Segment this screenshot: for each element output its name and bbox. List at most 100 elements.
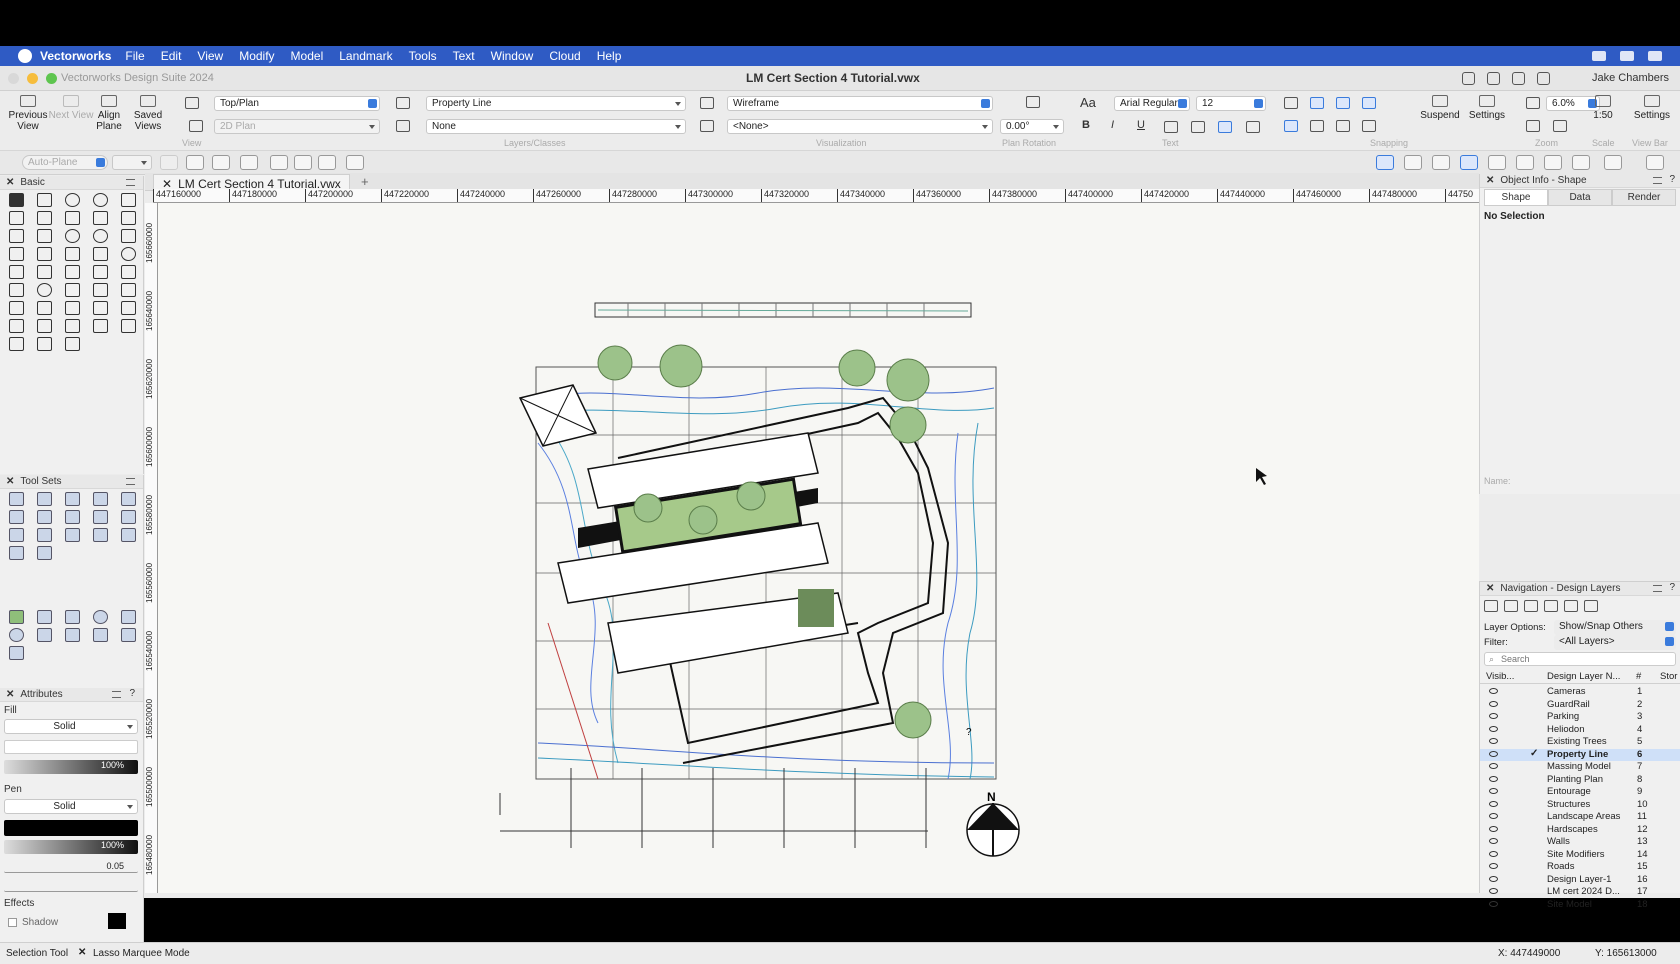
suspend-button[interactable]: Suspend bbox=[1417, 95, 1463, 121]
3d-locus-tool-icon[interactable] bbox=[64, 211, 80, 225]
toolset-site-planning-icon[interactable] bbox=[64, 492, 80, 506]
help-icon[interactable]: ? bbox=[1669, 582, 1675, 593]
circle-tool-icon[interactable] bbox=[64, 229, 80, 243]
eye-icon[interactable] bbox=[1489, 775, 1498, 782]
layer-row[interactable]: Parking 3 bbox=[1480, 711, 1680, 723]
tab-data[interactable]: Data bbox=[1548, 189, 1612, 206]
offset-tool-icon[interactable] bbox=[8, 283, 24, 297]
menu-view[interactable]: View bbox=[197, 49, 223, 63]
site-plan-drawing[interactable]: N ? bbox=[158, 203, 1479, 893]
menu-text[interactable]: Text bbox=[453, 49, 475, 63]
shadow-checkbox[interactable] bbox=[8, 918, 17, 927]
layer-select[interactable]: None bbox=[426, 119, 686, 134]
scale-button[interactable]: 1:50 bbox=[1580, 95, 1626, 121]
references-icon[interactable] bbox=[1584, 600, 1598, 612]
eye-icon[interactable] bbox=[1489, 713, 1498, 719]
reshape-tool-icon[interactable] bbox=[120, 265, 136, 279]
flyover-tool-icon[interactable] bbox=[64, 193, 80, 207]
close-icon[interactable]: ✕ bbox=[6, 476, 14, 487]
plane-mode-select[interactable] bbox=[112, 155, 152, 170]
apple-icon[interactable] bbox=[18, 49, 32, 63]
mode-settings-icon[interactable] bbox=[346, 155, 364, 170]
snap-grid-icon[interactable] bbox=[1284, 97, 1298, 109]
toolset-building-shell-icon[interactable] bbox=[8, 492, 24, 506]
polyline-tool-icon[interactable] bbox=[64, 247, 80, 261]
bold-button[interactable]: B bbox=[1082, 119, 1090, 131]
mode-polygon-marquee-icon[interactable] bbox=[318, 155, 336, 170]
justify-icon[interactable] bbox=[1246, 121, 1260, 133]
double-polyline-tool-icon[interactable] bbox=[92, 247, 108, 261]
chamfer-tool-icon[interactable] bbox=[64, 301, 80, 315]
toolset-mep-icon[interactable] bbox=[8, 546, 24, 560]
eye-icon[interactable] bbox=[1489, 875, 1498, 882]
menu-window[interactable]: Window bbox=[491, 49, 534, 63]
close-icon[interactable]: ✕ bbox=[6, 177, 14, 188]
eye-icon[interactable] bbox=[1489, 838, 1498, 844]
toolset-fasteners-icon[interactable] bbox=[92, 528, 108, 542]
layer-row[interactable]: Design Layer-1 16 bbox=[1480, 874, 1680, 886]
view-mode-icon-1[interactable] bbox=[1376, 155, 1394, 170]
pen-style-select[interactable]: Solid bbox=[4, 799, 138, 814]
zoom-in-icon[interactable] bbox=[1526, 97, 1540, 109]
callout-tool-icon[interactable] bbox=[8, 211, 24, 225]
toolset-site-icon[interactable] bbox=[8, 610, 24, 624]
close-icon[interactable]: ✕ bbox=[78, 947, 86, 958]
view-mode-icon-10[interactable] bbox=[1646, 155, 1664, 170]
layer-row-active[interactable]: ✓ Property Line 6 bbox=[1480, 748, 1680, 761]
mail-icon[interactable] bbox=[1537, 72, 1550, 85]
previous-view-button[interactable]: Previous View bbox=[5, 95, 51, 132]
rotation-field[interactable]: 0.00° bbox=[1000, 119, 1064, 134]
layer-row[interactable]: Cameras 1 bbox=[1480, 686, 1680, 698]
menu-cloud[interactable]: Cloud bbox=[549, 49, 580, 63]
toolset-survey-icon[interactable] bbox=[120, 492, 136, 506]
stipple-tool-icon[interactable] bbox=[92, 319, 108, 333]
toolset-furnishings-icon[interactable] bbox=[36, 492, 52, 506]
spiral-tool-icon[interactable] bbox=[8, 337, 24, 351]
layer-row[interactable]: Hardscapes 12 bbox=[1480, 824, 1680, 836]
align-center-icon[interactable] bbox=[1191, 121, 1205, 133]
eye-icon[interactable] bbox=[1489, 850, 1498, 857]
arc-tool-icon[interactable] bbox=[8, 247, 24, 261]
siri-icon[interactable] bbox=[1648, 51, 1662, 61]
col-visibility[interactable]: Visib... bbox=[1486, 671, 1514, 682]
home-icon[interactable] bbox=[1487, 72, 1500, 85]
col-number[interactable]: # bbox=[1636, 671, 1641, 682]
eye-icon[interactable] bbox=[1489, 900, 1498, 907]
tab-render[interactable]: Render bbox=[1612, 189, 1676, 206]
toolset-dimensioning-icon[interactable] bbox=[64, 510, 80, 524]
rounded-rectangle-tool-icon[interactable] bbox=[36, 229, 52, 243]
toolset-detailing-icon[interactable] bbox=[8, 510, 24, 524]
layer-row[interactable]: Entourage 9 bbox=[1480, 786, 1680, 798]
font-select[interactable]: Arial Regular bbox=[1114, 96, 1190, 111]
eye-icon[interactable] bbox=[1489, 700, 1498, 707]
layer-row[interactable]: Planting Plan 8 bbox=[1480, 774, 1680, 786]
menu-file[interactable]: File bbox=[125, 49, 144, 63]
toolset-electrical-icon[interactable] bbox=[36, 628, 52, 642]
view-mode-icon-8[interactable] bbox=[1572, 155, 1590, 170]
view-mode-icon-2[interactable] bbox=[1404, 155, 1422, 170]
polygon-tool-icon[interactable] bbox=[120, 247, 136, 261]
eye-icon[interactable] bbox=[1489, 738, 1498, 744]
layer-row[interactable]: Landscape Areas 11 bbox=[1480, 811, 1680, 823]
layer-row[interactable]: Site Model 18 bbox=[1480, 899, 1680, 911]
text-tool-icon[interactable] bbox=[120, 193, 136, 207]
menu-help[interactable]: Help bbox=[597, 49, 622, 63]
toolset-fences-icon[interactable] bbox=[36, 546, 52, 560]
align-right-icon[interactable] bbox=[1218, 121, 1232, 133]
fill-color-swatch[interactable] bbox=[4, 740, 138, 754]
snap-angle-icon[interactable] bbox=[1336, 97, 1350, 109]
toolset-visualization-icon[interactable] bbox=[36, 528, 52, 542]
eye-icon[interactable] bbox=[1489, 813, 1498, 819]
toolset-grid-icon[interactable] bbox=[120, 528, 136, 542]
pen-weight-field[interactable]: 0.05 bbox=[4, 861, 138, 873]
saved-views-icon[interactable] bbox=[1564, 600, 1578, 612]
viewports-icon[interactable] bbox=[1544, 600, 1558, 612]
regular-polygon-tool-icon[interactable] bbox=[8, 265, 24, 279]
classes-icon[interactable] bbox=[1484, 600, 1498, 612]
minimize-window-button[interactable] bbox=[27, 73, 38, 84]
drawing-area[interactable]: N ? bbox=[158, 203, 1479, 893]
toolset-terrain-icon[interactable] bbox=[36, 610, 52, 624]
connect-tool-icon[interactable] bbox=[8, 301, 24, 315]
mode-reshape-icon[interactable] bbox=[212, 155, 230, 170]
pan-tool-icon[interactable] bbox=[36, 193, 52, 207]
